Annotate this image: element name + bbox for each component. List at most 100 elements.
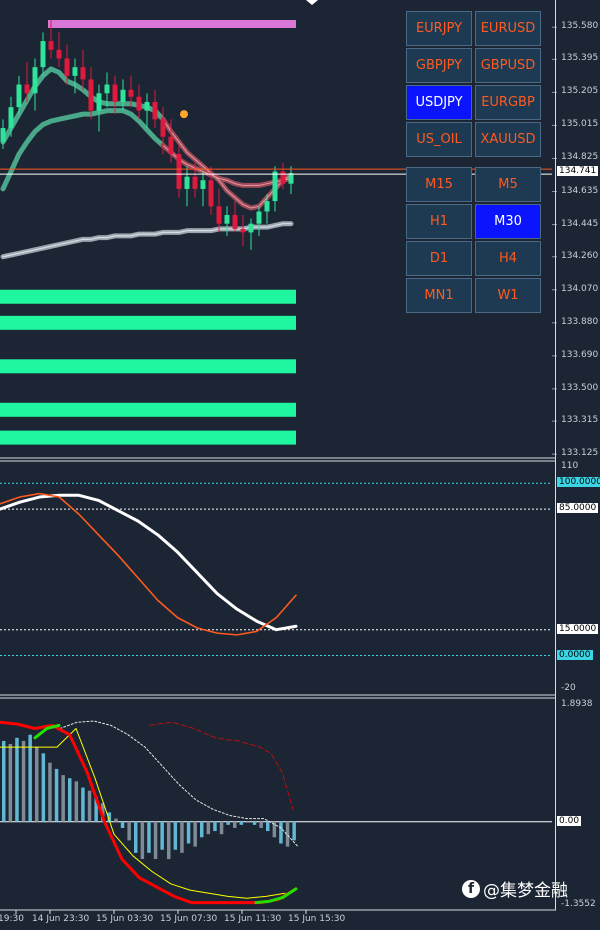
- histogram-bar: [206, 821, 211, 835]
- time-label: 14 Jun 23:30: [32, 914, 90, 924]
- facebook-icon: f: [462, 879, 480, 898]
- time-label: 15 Jun 03:30: [96, 914, 154, 924]
- candle-body: [272, 171, 278, 202]
- candle-body: [24, 84, 30, 94]
- top-level-bar: [48, 20, 296, 28]
- histogram-bar: [81, 787, 85, 822]
- price-label: 133.500: [561, 382, 599, 393]
- oscillator-bottom-label: -20: [561, 683, 576, 693]
- timeframe-button-d1[interactable]: D1: [406, 241, 472, 276]
- price-label: 134.635: [561, 185, 599, 196]
- timeframe-button-m5[interactable]: M5: [475, 167, 541, 202]
- histogram-bar: [114, 818, 118, 822]
- level-bar: [0, 402, 296, 417]
- histogram-bar: [48, 762, 52, 822]
- macd-zero-label: 0.00: [557, 815, 582, 826]
- histogram-bar: [200, 821, 204, 838]
- price-label: 134.825: [561, 152, 599, 163]
- candle-body: [48, 41, 54, 50]
- timeframe-button-h4[interactable]: H4: [475, 241, 541, 276]
- time-label: 15 Jun 07:30: [160, 914, 218, 924]
- candle-body: [144, 101, 150, 111]
- timeframe-button-w1[interactable]: W1: [475, 278, 541, 313]
- timeframe-button-m30[interactable]: M30: [475, 204, 541, 239]
- level-bar: [0, 359, 296, 374]
- current-price-tag: 134.741: [557, 166, 599, 176]
- symbol-button-eurusd[interactable]: EURUSD: [475, 11, 541, 46]
- candle-body: [64, 58, 70, 76]
- candle-body: [152, 101, 158, 120]
- candle-body: [80, 67, 86, 80]
- candle-body: [56, 49, 62, 59]
- timeframe-button-m15[interactable]: M15: [406, 167, 472, 202]
- price-label: 134.260: [561, 250, 599, 261]
- signal-marker: [180, 110, 188, 119]
- candle-body: [248, 223, 254, 233]
- candle-body: [168, 136, 174, 155]
- candle-body: [176, 154, 182, 189]
- candle-body: [136, 96, 142, 111]
- oscillator-top-label: 110: [561, 461, 579, 471]
- histogram-bar: [28, 734, 32, 822]
- candle-body: [264, 201, 270, 212]
- timeframe-button-h1[interactable]: H1: [406, 204, 472, 239]
- price-label: 134.445: [561, 218, 599, 229]
- histogram-bar: [2, 740, 6, 822]
- candle-body: [224, 215, 230, 224]
- symbol-button-usdjpy[interactable]: USDJPY: [406, 85, 472, 120]
- candle-body: [232, 215, 238, 229]
- candle-body: [16, 84, 22, 108]
- candle-body: [0, 128, 6, 142]
- histogram-bar: [120, 821, 125, 828]
- symbol-button-us-oil[interactable]: US_OIL: [406, 122, 472, 157]
- histogram-bar: [226, 821, 230, 825]
- level-bar: [0, 430, 296, 445]
- oscillator-level-label: 0.0000: [557, 649, 593, 660]
- oscillator-level-label: 15.0000: [557, 623, 599, 634]
- histogram-bar: [266, 821, 270, 832]
- price-label: 133.690: [561, 349, 599, 360]
- candle-body: [72, 67, 78, 76]
- symbol-button-xauusd[interactable]: XAUUSD: [475, 122, 541, 157]
- price-label: 135.580: [561, 21, 599, 32]
- symbol-button-eurjpy[interactable]: EURJPY: [406, 11, 472, 46]
- histogram-bar: [35, 747, 39, 822]
- candle-body: [104, 84, 110, 94]
- candle-body: [208, 180, 214, 207]
- candle-body: [32, 67, 38, 94]
- symbol-button-gbpjpy[interactable]: GBPJPY: [406, 48, 472, 83]
- macd-top-label: 1.8938: [561, 699, 593, 709]
- histogram-bar: [68, 778, 72, 822]
- candle-body: [288, 173, 294, 184]
- histogram-bar: [213, 821, 217, 832]
- candle-body: [240, 228, 246, 233]
- time-label: 15 Jun 15:30: [288, 914, 346, 924]
- time-label: 19:30: [0, 914, 24, 924]
- candle-body: [96, 93, 102, 111]
- candle-body: [192, 176, 198, 189]
- candle-body: [112, 84, 118, 102]
- timeframe-button-mn1[interactable]: MN1: [406, 278, 472, 313]
- histogram-bar: [167, 821, 171, 860]
- symbol-button-eurgbp[interactable]: EURGBP: [475, 85, 541, 120]
- histogram-bar: [21, 740, 26, 822]
- oscillator-level-label: 100.0000: [557, 477, 600, 488]
- candle-body: [200, 180, 206, 189]
- histogram-bar: [87, 790, 92, 822]
- candle-body: [128, 89, 134, 97]
- candle-body: [120, 89, 126, 102]
- histogram-bar: [74, 781, 79, 822]
- candle-body: [88, 79, 94, 111]
- histogram-bar: [160, 821, 164, 850]
- watermark: f @集梦金融: [462, 876, 568, 901]
- histogram-bar: [54, 768, 59, 822]
- symbol-button-gbpusd[interactable]: GBPUSD: [475, 48, 541, 83]
- histogram-bar: [239, 821, 244, 825]
- histogram-bar: [233, 821, 237, 828]
- histogram-bar: [186, 821, 191, 844]
- candle-body: [256, 211, 262, 224]
- level-bar: [0, 289, 296, 304]
- histogram-bar: [259, 821, 263, 828]
- level-bar: [0, 315, 296, 330]
- histogram-bar: [193, 821, 197, 847]
